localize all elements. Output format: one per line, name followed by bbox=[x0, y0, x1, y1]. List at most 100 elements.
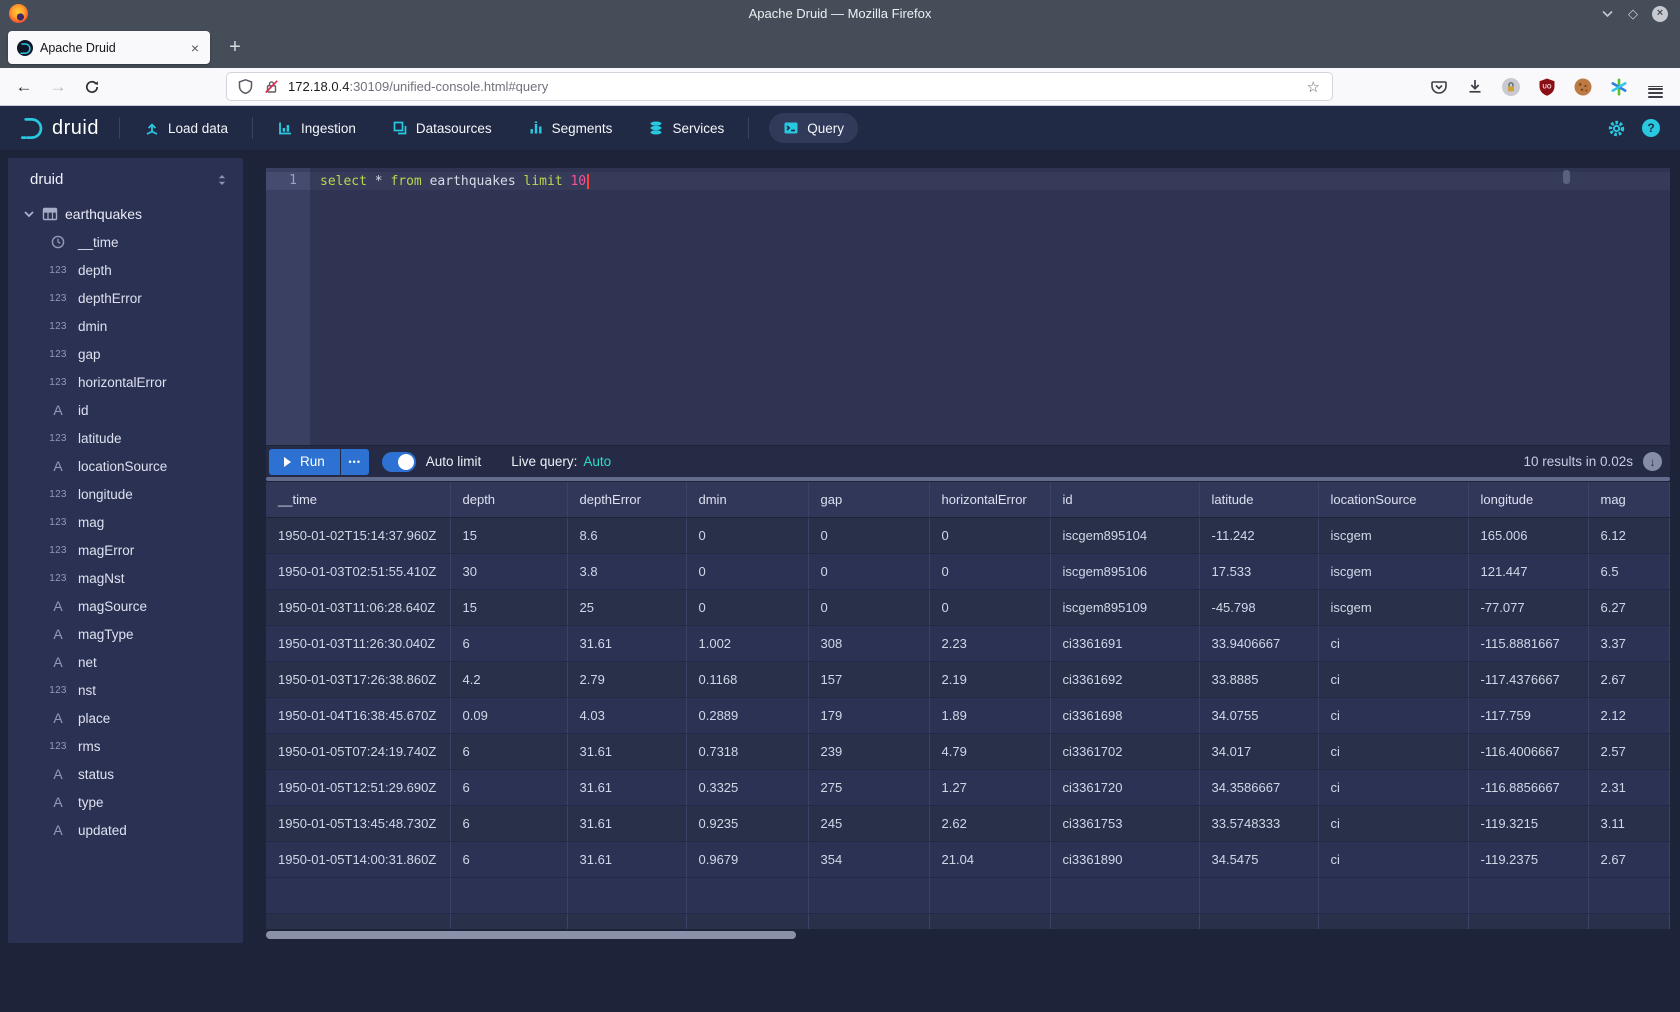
cell-locationSource[interactable]: ci bbox=[1318, 805, 1468, 841]
cell-dmin[interactable]: 0.1168 bbox=[686, 661, 808, 697]
cell-depthError[interactable]: 31.61 bbox=[567, 733, 686, 769]
column-header[interactable]: depthError bbox=[567, 482, 686, 517]
cell-time[interactable]: 1950-01-03T11:26:30.040Z bbox=[266, 625, 450, 661]
cell-longitude[interactable]: -116.4006667 bbox=[1468, 733, 1588, 769]
editor-scrollbar-thumb[interactable] bbox=[1563, 170, 1570, 184]
cell-horizontalError[interactable]: 0 bbox=[929, 517, 1050, 553]
extension-lock-icon[interactable] bbox=[1500, 76, 1522, 98]
cell-mag[interactable]: 2.57 bbox=[1588, 733, 1670, 769]
new-tab-button[interactable]: + bbox=[220, 32, 250, 62]
column-header[interactable]: locationSource bbox=[1318, 482, 1468, 517]
cell-time[interactable]: 1950-01-02T15:14:37.960Z bbox=[266, 517, 450, 553]
cell-mag[interactable]: 2.12 bbox=[1588, 697, 1670, 733]
cell-horizontalError[interactable]: 2.23 bbox=[929, 625, 1050, 661]
druid-logo[interactable]: druid bbox=[18, 115, 99, 142]
reload-button[interactable] bbox=[78, 73, 106, 101]
cell-depthError[interactable]: 31.61 bbox=[567, 769, 686, 805]
cell-gap[interactable]: 239 bbox=[808, 733, 929, 769]
cell-depth[interactable]: 6 bbox=[450, 805, 567, 841]
sidebar-column-item[interactable]: 123 latitude bbox=[8, 424, 243, 452]
sql-editor[interactable]: 1 select * from earthquakes limit 10 bbox=[266, 168, 1670, 445]
cell-latitude[interactable]: 34.5475 bbox=[1199, 841, 1318, 877]
cell-latitude[interactable]: 34.0755 bbox=[1199, 697, 1318, 733]
sort-columns-icon[interactable] bbox=[215, 173, 229, 187]
sidebar-column-item[interactable]: A type bbox=[8, 788, 243, 816]
url-bar[interactable]: 172.18.0.4:30109/unified-console.html#qu… bbox=[226, 72, 1333, 101]
cell-locationSource[interactable]: ci bbox=[1318, 697, 1468, 733]
cookie-icon[interactable] bbox=[1572, 76, 1594, 98]
panel-splitter-handle[interactable] bbox=[266, 477, 1670, 481]
gear-icon[interactable] bbox=[1607, 119, 1626, 138]
cell-locationSource[interactable]: ci bbox=[1318, 625, 1468, 661]
cell-locationSource[interactable]: iscgem bbox=[1318, 517, 1468, 553]
cell-longitude[interactable]: -119.2375 bbox=[1468, 841, 1588, 877]
cell-depthError[interactable]: 31.61 bbox=[567, 805, 686, 841]
cell-dmin[interactable]: 0.7318 bbox=[686, 733, 808, 769]
bookmark-star-icon[interactable]: ☆ bbox=[1305, 78, 1322, 96]
nav-segments[interactable]: Segments bbox=[524, 114, 617, 142]
cell-depth[interactable]: 6 bbox=[450, 841, 567, 877]
cell-latitude[interactable]: 33.9406667 bbox=[1199, 625, 1318, 661]
sidebar-column-item[interactable]: A locationSource bbox=[8, 452, 243, 480]
run-more-button[interactable]: ••• bbox=[341, 449, 369, 475]
cell-depth[interactable]: 0.09 bbox=[450, 697, 567, 733]
cell-depthError[interactable]: 3.8 bbox=[567, 553, 686, 589]
cell-horizontalError[interactable]: 1.89 bbox=[929, 697, 1050, 733]
sidebar-column-item[interactable]: 123 magError bbox=[8, 536, 243, 564]
cell-gap[interactable]: 157 bbox=[808, 661, 929, 697]
chevron-down-icon[interactable] bbox=[23, 208, 35, 220]
cell-horizontalError[interactable]: 2.19 bbox=[929, 661, 1050, 697]
cell-gap[interactable]: 354 bbox=[808, 841, 929, 877]
cell-latitude[interactable]: 33.5748333 bbox=[1199, 805, 1318, 841]
cell-horizontalError[interactable]: 0 bbox=[929, 589, 1050, 625]
sidebar-column-item[interactable]: 123 horizontalError bbox=[8, 368, 243, 396]
cell-longitude[interactable]: -117.4376667 bbox=[1468, 661, 1588, 697]
back-button[interactable]: ← bbox=[10, 73, 38, 101]
cell-dmin[interactable]: 0.9235 bbox=[686, 805, 808, 841]
help-icon[interactable]: ? bbox=[1642, 119, 1660, 137]
cell-id[interactable]: ci3361753 bbox=[1050, 805, 1199, 841]
run-button[interactable]: Run bbox=[269, 449, 340, 475]
sidebar-column-item[interactable]: A net bbox=[8, 648, 243, 676]
cell-latitude[interactable]: -45.798 bbox=[1199, 589, 1318, 625]
cell-dmin[interactable]: 1.002 bbox=[686, 625, 808, 661]
ublock-icon[interactable]: UO bbox=[1536, 76, 1558, 98]
cell-time[interactable]: 1950-01-04T16:38:45.670Z bbox=[266, 697, 450, 733]
cell-longitude[interactable]: -117.759 bbox=[1468, 697, 1588, 733]
asterisk-extension-icon[interactable] bbox=[1608, 76, 1630, 98]
cell-mag[interactable]: 6.5 bbox=[1588, 553, 1670, 589]
sidebar-column-item[interactable]: 123 gap bbox=[8, 340, 243, 368]
nav-services[interactable]: Services bbox=[644, 114, 728, 142]
live-query-value[interactable]: Auto bbox=[583, 454, 611, 469]
cell-depth[interactable]: 6 bbox=[450, 733, 567, 769]
cell-id[interactable]: ci3361702 bbox=[1050, 733, 1199, 769]
tracking-shield-icon[interactable] bbox=[237, 78, 254, 95]
sidebar-column-item[interactable]: 123 depthError bbox=[8, 284, 243, 312]
sidebar-column-item[interactable]: A id bbox=[8, 396, 243, 424]
cell-time[interactable]: 1950-01-05T07:24:19.740Z bbox=[266, 733, 450, 769]
nav-load-data[interactable]: Load data bbox=[140, 114, 232, 142]
cell-mag[interactable]: 2.67 bbox=[1588, 661, 1670, 697]
cell-mag[interactable]: 3.37 bbox=[1588, 625, 1670, 661]
cell-depthError[interactable]: 4.03 bbox=[567, 697, 686, 733]
cell-dmin[interactable]: 0.2889 bbox=[686, 697, 808, 733]
cell-depthError[interactable]: 31.61 bbox=[567, 841, 686, 877]
auto-limit-toggle[interactable] bbox=[382, 452, 416, 472]
sidebar-column-item[interactable]: A magSource bbox=[8, 592, 243, 620]
cell-depthError[interactable]: 8.6 bbox=[567, 517, 686, 553]
sidebar-column-item[interactable]: 123 nst bbox=[8, 676, 243, 704]
sidebar-table-earthquakes[interactable]: earthquakes bbox=[8, 200, 243, 228]
cell-latitude[interactable]: -11.242 bbox=[1199, 517, 1318, 553]
cell-longitude[interactable]: -116.8856667 bbox=[1468, 769, 1588, 805]
cell-mag[interactable]: 2.67 bbox=[1588, 841, 1670, 877]
download-results-icon[interactable]: ↓ bbox=[1643, 452, 1662, 471]
column-header[interactable]: latitude bbox=[1199, 482, 1318, 517]
menu-hamburger-icon[interactable] bbox=[1644, 76, 1666, 98]
auto-limit-label[interactable]: Auto limit bbox=[426, 454, 482, 469]
cell-horizontalError[interactable]: 21.04 bbox=[929, 841, 1050, 877]
cell-dmin[interactable]: 0.9679 bbox=[686, 841, 808, 877]
column-header[interactable]: gap bbox=[808, 482, 929, 517]
cell-gap[interactable]: 0 bbox=[808, 517, 929, 553]
cell-horizontalError[interactable]: 0 bbox=[929, 553, 1050, 589]
column-header[interactable]: id bbox=[1050, 482, 1199, 517]
